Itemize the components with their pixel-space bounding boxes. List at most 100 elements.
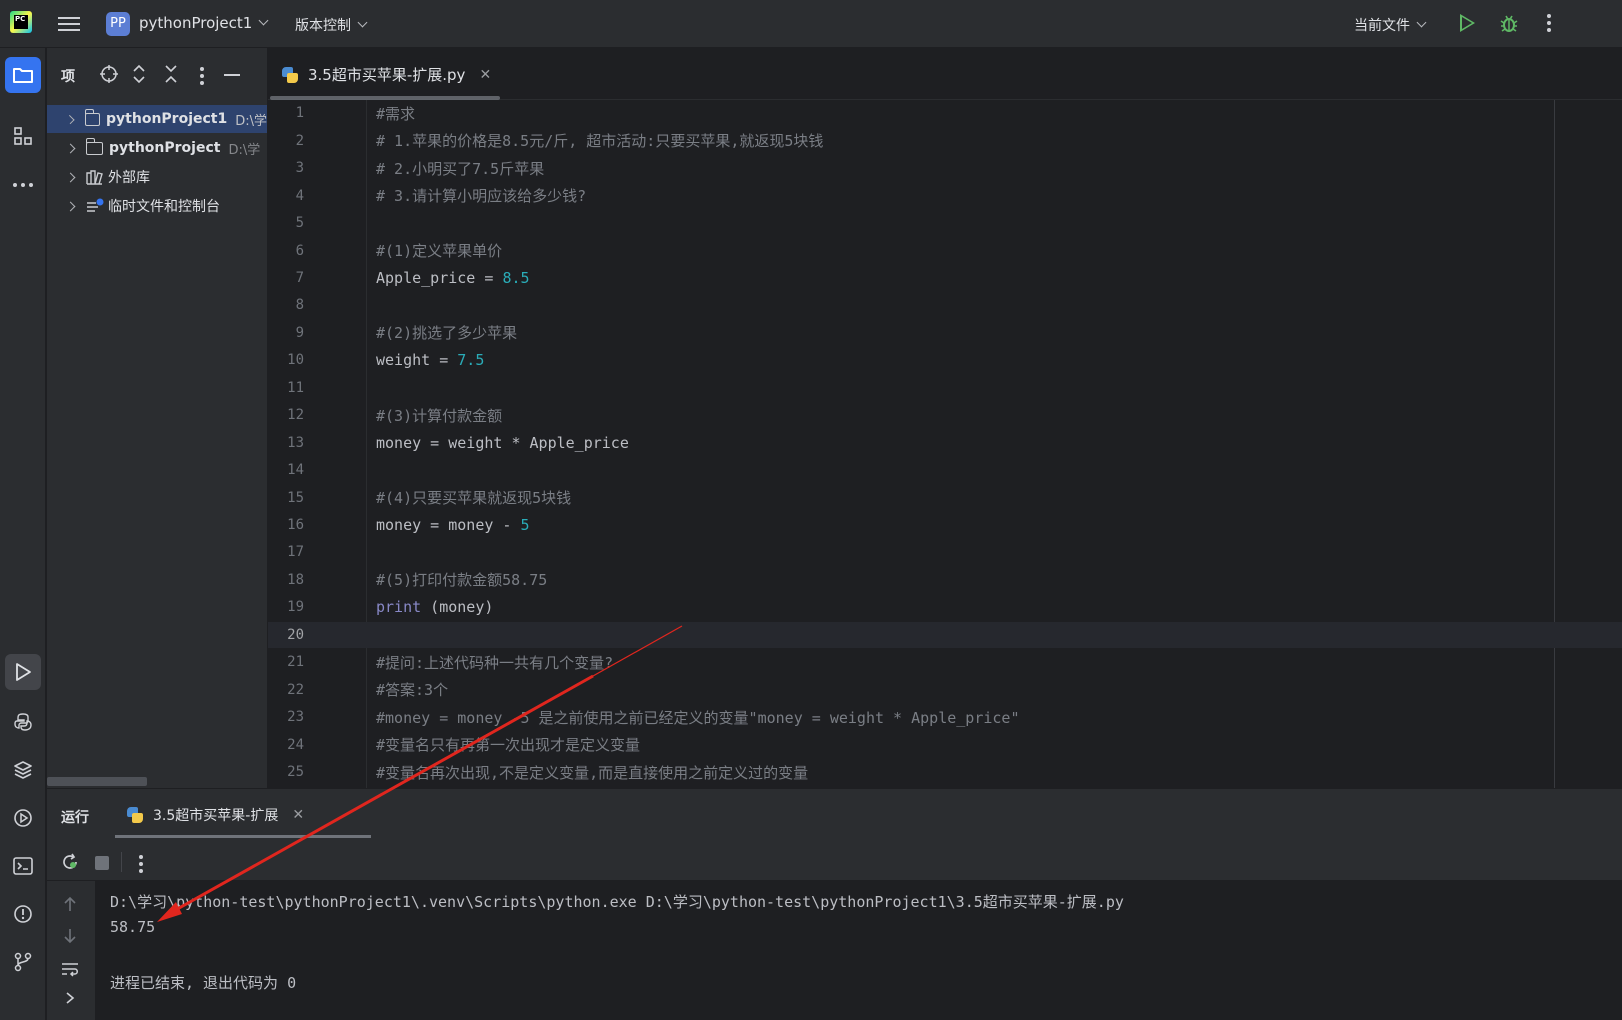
main-menu-icon[interactable] bbox=[58, 14, 80, 34]
console-line: D:\学习\python-test\pythonProject1\.venv\S… bbox=[110, 893, 1124, 911]
code-line[interactable]: 17 bbox=[268, 539, 1622, 566]
code-text: # 2.小明买了7.5斤苹果 bbox=[334, 158, 544, 179]
services-icon[interactable] bbox=[5, 800, 41, 836]
run-tab[interactable]: 3.5超市买苹果-扩展 ✕ bbox=[127, 805, 304, 825]
console-output[interactable]: D:\学习\python-test\pythonProject1\.venv\S… bbox=[95, 881, 1622, 1020]
code-area[interactable]: 1 #需求 2 # 1.苹果的价格是8.5元/斤, 超市活动:只要买苹果,就返现5块钱… bbox=[268, 100, 1622, 788]
line-number: 2 bbox=[295, 132, 304, 149]
code-line[interactable]: 1 #需求 bbox=[268, 100, 1622, 127]
code-line[interactable]: 23 #money = money -5 是之前使用之前已经定义的变量"money… bbox=[268, 704, 1622, 731]
tree-item-scratches[interactable]: 临时文件和控制台 bbox=[47, 192, 267, 220]
close-icon[interactable]: ✕ bbox=[292, 807, 304, 823]
code-token: #money = money -5 是之前使用之前已经定义的变量"money =… bbox=[376, 708, 1020, 727]
code-line[interactable]: 19 print (money) bbox=[268, 594, 1622, 621]
code-line[interactable]: 7 Apple_price = 8.5 bbox=[268, 265, 1622, 292]
rerun-icon[interactable] bbox=[61, 853, 79, 871]
run-config-label: 当前文件 bbox=[1354, 18, 1410, 34]
more-actions-icon[interactable] bbox=[1547, 14, 1551, 35]
code-token: print bbox=[376, 598, 422, 617]
code-line[interactable]: 5 bbox=[268, 210, 1622, 237]
chevron-right-icon[interactable] bbox=[65, 172, 76, 182]
code-line[interactable]: 3 # 2.小明买了7.5斤苹果 bbox=[268, 155, 1622, 182]
code-token: weight = bbox=[376, 351, 458, 370]
code-line[interactable]: 8 bbox=[268, 292, 1622, 319]
code-line[interactable]: 6 #(1)定义苹果单价 bbox=[268, 237, 1622, 264]
scratch-icon bbox=[86, 198, 104, 214]
run-tab-label: 3.5超市买苹果-扩展 bbox=[153, 808, 279, 824]
code-line[interactable]: 12 #(3)计算付款金额 bbox=[268, 402, 1622, 429]
project-panel-scrollbar[interactable] bbox=[47, 777, 147, 786]
chevron-down-icon bbox=[357, 17, 368, 28]
line-number: 21 bbox=[287, 654, 304, 671]
python-packages-icon[interactable] bbox=[5, 752, 41, 788]
arrow-down-icon[interactable] bbox=[63, 927, 77, 945]
debug-icon[interactable] bbox=[1500, 13, 1518, 33]
run-toolbar bbox=[47, 841, 1622, 881]
title-bar: PC PP pythonProject1 版本控制 当前文件 bbox=[0, 0, 1622, 48]
code-line[interactable]: 4 # 3.请计算小明应该给多少钱? bbox=[268, 182, 1622, 209]
code-token: #需求 bbox=[376, 104, 416, 123]
line-number: 3 bbox=[295, 160, 304, 177]
arrow-up-icon[interactable] bbox=[63, 895, 77, 913]
terminal-icon[interactable] bbox=[5, 848, 41, 884]
line-number: 25 bbox=[287, 764, 304, 781]
code-line[interactable]: 24 #变量名只有再第一次出现才是定义变量 bbox=[268, 731, 1622, 758]
folder-icon bbox=[84, 108, 101, 126]
tree-item-pythonproject[interactable]: pythonProject D:\学 bbox=[47, 134, 267, 162]
line-number: 23 bbox=[287, 709, 304, 726]
soft-wrap-icon[interactable] bbox=[61, 961, 79, 977]
code-line[interactable]: 9 #(2)挑选了多少苹果 bbox=[268, 320, 1622, 347]
code-line[interactable]: 16 money = money - 5 bbox=[268, 512, 1622, 539]
code-line[interactable]: 2 # 1.苹果的价格是8.5元/斤, 超市活动:只要买苹果,就返现5块钱 bbox=[268, 127, 1622, 154]
run-tool-icon[interactable] bbox=[5, 654, 41, 690]
tree-item-path: D:\学 bbox=[235, 113, 267, 129]
code-line[interactable]: 14 bbox=[268, 457, 1622, 484]
code-line[interactable]: 10 weight = 7.5 bbox=[268, 347, 1622, 374]
chevron-right-icon[interactable] bbox=[65, 114, 75, 124]
vcs-menu[interactable]: 版本控制 bbox=[295, 15, 368, 35]
collapse-all-icon[interactable] bbox=[164, 64, 178, 84]
more-tools-icon[interactable] bbox=[5, 167, 41, 203]
tree-item-label: pythonProject bbox=[109, 140, 221, 156]
panel-title: 项 bbox=[61, 69, 75, 85]
expand-all-icon[interactable] bbox=[132, 64, 146, 84]
git-icon[interactable] bbox=[5, 944, 41, 980]
line-number: 8 bbox=[295, 297, 304, 314]
run-config-selector[interactable]: 当前文件 bbox=[1354, 15, 1427, 35]
chevron-right-icon[interactable] bbox=[65, 201, 76, 211]
problems-icon[interactable] bbox=[5, 896, 41, 932]
chevron-right-icon[interactable] bbox=[65, 991, 75, 1005]
hide-panel-icon[interactable] bbox=[224, 74, 240, 76]
project-tool-icon[interactable] bbox=[5, 57, 41, 93]
code-text: #提问:上述代码种一共有几个变量? bbox=[334, 652, 613, 673]
code-token: 7.5 bbox=[457, 351, 485, 370]
line-number: 14 bbox=[287, 462, 304, 479]
code-line[interactable]: 11 bbox=[268, 375, 1622, 402]
chevron-right-icon[interactable] bbox=[65, 143, 76, 153]
editor-tab[interactable]: 3.5超市买苹果-扩展.py ✕ bbox=[282, 64, 491, 85]
code-line[interactable]: 21 #提问:上述代码种一共有几个变量? bbox=[268, 649, 1622, 676]
more-actions-icon[interactable] bbox=[139, 855, 143, 876]
stop-icon[interactable] bbox=[95, 856, 109, 870]
line-number: 18 bbox=[287, 571, 304, 588]
line-number: 11 bbox=[287, 379, 304, 396]
run-icon[interactable] bbox=[1460, 14, 1475, 32]
locate-file-icon[interactable] bbox=[99, 64, 119, 84]
code-line[interactable]: 18 #(5)打印付款金额58.75 bbox=[268, 567, 1622, 594]
project-selector[interactable]: pythonProject1 bbox=[139, 14, 269, 32]
close-icon[interactable]: ✕ bbox=[479, 67, 491, 83]
code-line[interactable]: 25 #变量名再次出现,不是定义变量,而是直接使用之前定义过的变量 bbox=[268, 759, 1622, 786]
python-file-icon bbox=[127, 807, 143, 823]
code-line[interactable]: 13 money = weight * Apple_price bbox=[268, 429, 1622, 456]
project-badge[interactable]: PP bbox=[106, 12, 130, 36]
structure-icon[interactable] bbox=[5, 118, 41, 154]
code-line[interactable]: 15 #(4)只要买苹果就返现5块钱 bbox=[268, 484, 1622, 511]
options-icon[interactable] bbox=[200, 67, 204, 88]
line-number: 5 bbox=[295, 215, 304, 232]
tree-item-external-libraries[interactable]: 外部库 bbox=[47, 163, 267, 191]
tree-item-pythonproject1[interactable]: pythonProject1 D:\学 bbox=[47, 105, 267, 133]
python-console-icon[interactable] bbox=[5, 704, 41, 740]
code-text: print (money) bbox=[334, 598, 493, 616]
code-line[interactable]: 22 #答案:3个 bbox=[268, 676, 1622, 703]
code-line[interactable]: 20 bbox=[268, 621, 1622, 649]
